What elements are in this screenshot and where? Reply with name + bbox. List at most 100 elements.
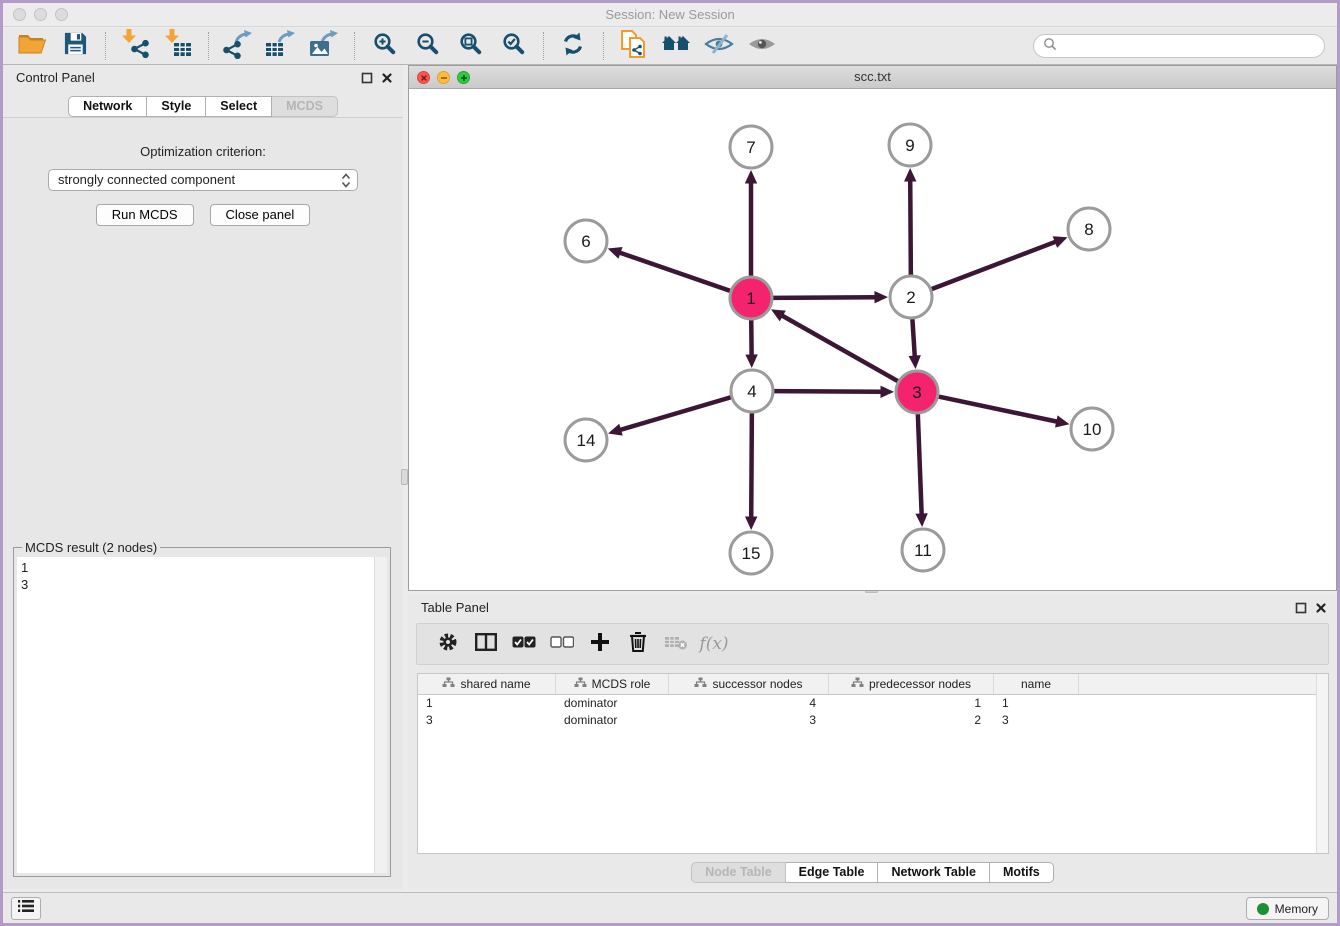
table-cell[interactable]: 2 <box>829 712 994 729</box>
import-network-icon <box>120 29 150 64</box>
edge-2-8[interactable] <box>932 241 1057 289</box>
tab-mcds[interactable]: MCDS <box>272 96 338 117</box>
deselect-all-icon <box>550 635 574 654</box>
refresh-button[interactable] <box>556 31 590 62</box>
edge-arrowhead <box>608 424 623 436</box>
table-cell[interactable]: 4 <box>669 695 829 712</box>
maximize-window-button[interactable] <box>55 8 68 21</box>
network-zoom-button[interactable] <box>457 71 470 84</box>
network-minimize-button[interactable] <box>437 71 450 84</box>
table-cell[interactable]: 1 <box>829 695 994 712</box>
network-close-button[interactable] <box>417 71 430 84</box>
network-canvas[interactable]: 7968124314101511 <box>409 90 1336 590</box>
import-network-button[interactable] <box>118 31 152 62</box>
minimize-window-button[interactable] <box>34 8 47 21</box>
close-panel-icon[interactable] <box>381 71 393 89</box>
edge-3-11[interactable] <box>918 414 922 516</box>
table-cell[interactable]: dominator <box>556 695 669 712</box>
close-panel-button[interactable]: Close panel <box>210 204 311 226</box>
select-all-button[interactable] <box>505 629 543 659</box>
export-table-button[interactable] <box>264 31 298 62</box>
tab-motifs[interactable]: Motifs <box>990 862 1054 883</box>
tab-network-table[interactable]: Network Table <box>878 862 990 883</box>
table-cell[interactable]: 1 <box>418 695 556 712</box>
table-cell[interactable]: 3 <box>994 712 1079 729</box>
zoom-fit-button[interactable] <box>453 31 487 62</box>
edge-4-15[interactable] <box>751 413 752 519</box>
deselect-all-button[interactable] <box>543 629 581 659</box>
table-row[interactable]: 3dominator323 <box>418 712 1328 729</box>
edge-2-9[interactable] <box>910 179 911 275</box>
column-header-predecessor-nodes[interactable]: predecessor nodes <box>829 674 994 694</box>
edge-1-2[interactable] <box>773 297 877 298</box>
tab-node-table[interactable]: Node Table <box>691 862 785 883</box>
float-panel-icon[interactable] <box>361 71 373 89</box>
column-header-MCDS-role[interactable]: MCDS role <box>556 674 669 694</box>
tab-network[interactable]: Network <box>68 96 147 117</box>
table-cell[interactable]: 1 <box>994 695 1079 712</box>
close-window-button[interactable] <box>13 8 26 21</box>
column-header-shared-name[interactable]: shared name <box>418 674 556 694</box>
column-header-name[interactable]: name <box>994 674 1079 694</box>
result-scrollbar[interactable] <box>374 557 387 873</box>
edge-2-3[interactable] <box>912 319 914 358</box>
vertical-splitter-handle[interactable] <box>401 469 408 485</box>
home-icon <box>661 33 691 60</box>
zoom-selected-button[interactable] <box>496 31 530 62</box>
network-window-title: scc.txt <box>409 66 1336 88</box>
column-layout-button[interactable] <box>467 629 505 659</box>
memory-button[interactable]: Memory <box>1246 897 1329 920</box>
eye-button[interactable] <box>745 31 779 62</box>
export-network-button[interactable] <box>221 31 255 62</box>
app-title: Session: New Session <box>3 3 1337 27</box>
zoom-fit-icon <box>459 32 482 60</box>
save-button[interactable] <box>58 31 92 62</box>
table-scrollbar[interactable] <box>1316 674 1328 853</box>
search-box[interactable] <box>1033 34 1325 58</box>
trash-button[interactable] <box>619 629 657 659</box>
edge-arrowhead <box>880 386 894 398</box>
import-table-button[interactable] <box>161 31 195 62</box>
criterion-value: strongly connected component <box>58 172 235 187</box>
zoom-in-button[interactable] <box>367 31 401 62</box>
edge-4-3[interactable] <box>774 391 883 392</box>
open-button[interactable] <box>15 31 49 62</box>
home-button[interactable] <box>659 31 693 62</box>
eye-crossed-button[interactable] <box>702 31 736 62</box>
float-panel-icon[interactable] <box>1295 601 1307 619</box>
task-history-button[interactable] <box>11 897 41 920</box>
table-panel: Table Panel f(x) shared nameMCDS rolesuc… <box>408 595 1337 889</box>
close-panel-icon[interactable] <box>1315 601 1327 619</box>
column-header-successor-nodes[interactable]: successor nodes <box>669 674 829 694</box>
zoom-out-button[interactable] <box>410 31 444 62</box>
export-network-icon <box>223 29 253 64</box>
optimization-criterion-select[interactable]: strongly connected component <box>48 169 358 191</box>
delete-column-disabled-icon <box>664 634 688 655</box>
control-panel-title: Control Panel <box>16 70 95 85</box>
run-mcds-button[interactable]: Run MCDS <box>96 204 194 226</box>
edge-4-14[interactable] <box>619 397 731 430</box>
mcds-result-text[interactable]: 13 <box>17 557 374 873</box>
search-input[interactable] <box>1062 39 1315 54</box>
table-cell[interactable]: dominator <box>556 712 669 729</box>
tab-select[interactable]: Select <box>206 96 272 117</box>
edge-3-10[interactable] <box>939 397 1059 422</box>
edge-3-1[interactable] <box>781 315 898 381</box>
node-table[interactable]: shared nameMCDS rolesuccessor nodesprede… <box>417 673 1329 854</box>
table-row[interactable]: 1dominator411 <box>418 695 1328 712</box>
edge-1-6[interactable] <box>619 252 731 291</box>
add-button[interactable] <box>581 629 619 659</box>
export-image-button[interactable] <box>307 31 341 62</box>
gear-button[interactable] <box>429 629 467 659</box>
eye-icon <box>747 34 777 59</box>
function-builder-icon: f(x) <box>699 634 728 654</box>
tab-edge-table[interactable]: Edge Table <box>786 862 879 883</box>
zoom-out-icon <box>416 32 439 60</box>
ndex-document-button[interactable] <box>616 31 650 62</box>
table-cell[interactable]: 3 <box>669 712 829 729</box>
network-graph: 7968124314101511 <box>409 90 1336 591</box>
graph-node-label: 7 <box>746 138 755 157</box>
tab-style[interactable]: Style <box>147 96 206 117</box>
table-cell[interactable]: 3 <box>418 712 556 729</box>
select-all-icon <box>512 635 536 654</box>
